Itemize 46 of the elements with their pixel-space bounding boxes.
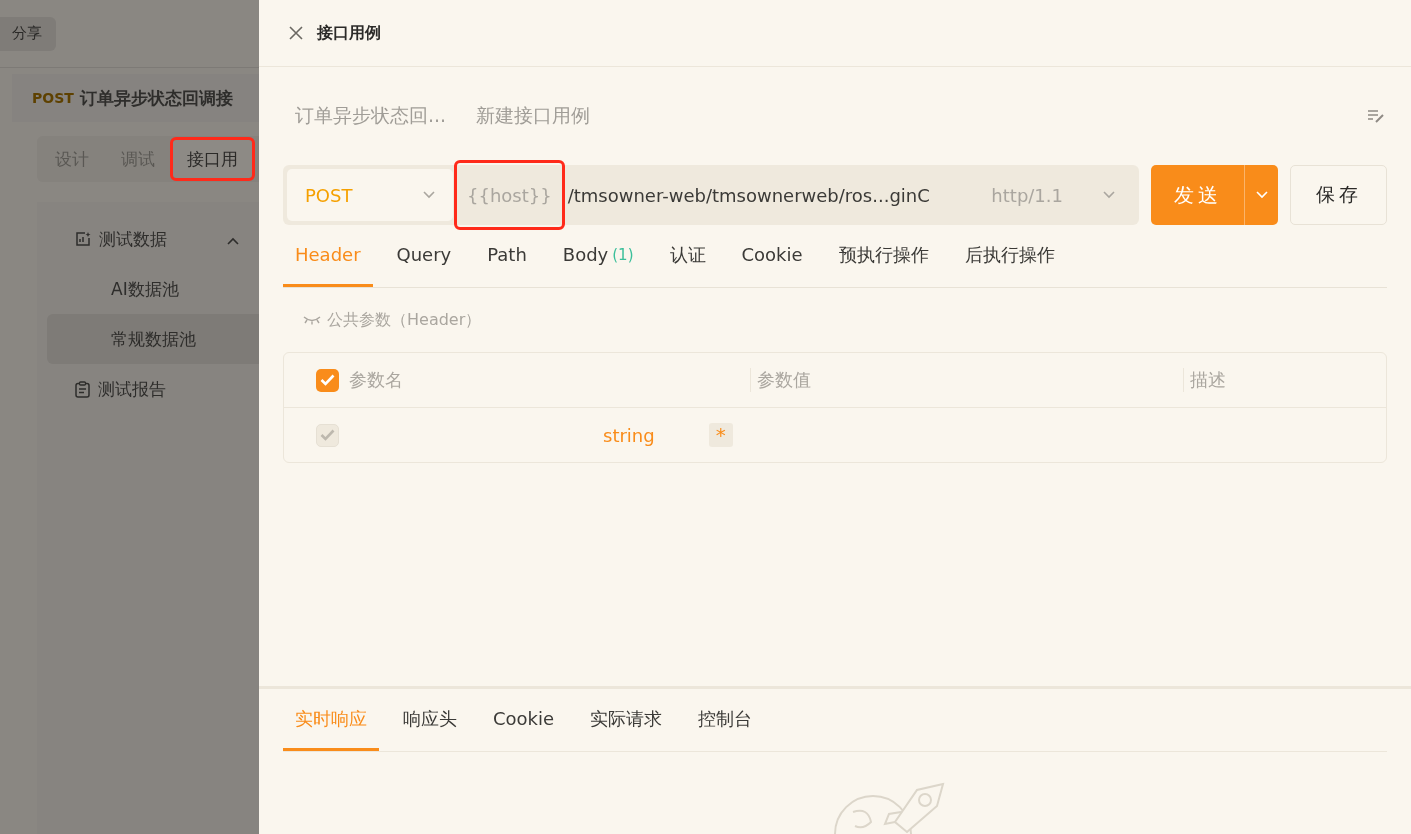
type-label: string <box>603 424 655 446</box>
chevron-down-icon <box>423 191 435 199</box>
protocol-select[interactable]: http/1.1 <box>979 184 1135 206</box>
endpoint-title: 订单异步状态回调接 <box>79 86 233 110</box>
drawer-title: 接口用例 <box>317 22 381 44</box>
method-label: POST <box>32 90 74 106</box>
breadcrumb-item[interactable]: 订单异步状态回... <box>295 103 447 129</box>
tree-item[interactable]: 常规数据池 <box>47 314 259 364</box>
tree-item[interactable]: 测试数据 <box>37 214 259 264</box>
column-header: 描述 <box>1190 369 1226 390</box>
column-header: 参数名 <box>349 368 403 392</box>
path-field[interactable]: /tmsowner-web/tmsownerweb/ros...ginC <box>565 184 980 206</box>
tab[interactable]: 控制台 <box>686 689 765 751</box>
close-icon[interactable] <box>289 26 303 40</box>
tab[interactable]: 实时响应 <box>283 689 379 751</box>
caret-up-icon <box>227 237 239 245</box>
chevron-down-icon <box>1255 191 1268 199</box>
method-select[interactable]: POST <box>287 169 453 221</box>
chevron-down-icon <box>1103 191 1115 199</box>
column-header: 参数值 <box>757 369 811 390</box>
tab[interactable]: 后执行操作 <box>952 225 1067 287</box>
check-icon <box>320 374 335 386</box>
tab[interactable]: Query <box>384 225 464 287</box>
tab[interactable]: Cookie <box>481 689 567 751</box>
chart-sparkle-icon <box>75 231 91 247</box>
tab[interactable]: 响应头 <box>391 689 469 751</box>
clipboard-icon <box>75 380 90 398</box>
tree-item[interactable]: 测试报告 <box>37 364 259 414</box>
tab[interactable]: Header <box>283 225 373 287</box>
tree-item[interactable]: AI数据池 <box>47 264 259 314</box>
tab[interactable]: Path <box>475 225 539 287</box>
host-variable[interactable]: {{host}} <box>457 163 562 227</box>
tab[interactable]: 认证 <box>657 225 718 287</box>
breadcrumb-item[interactable]: 新建接口用例 <box>476 103 591 129</box>
tab[interactable]: Cookie <box>729 225 815 287</box>
list-edit-icon[interactable] <box>1367 109 1385 123</box>
check-icon <box>320 429 335 441</box>
common-params-label: 公共参数（Header） <box>327 309 482 331</box>
checkbox[interactable] <box>316 368 339 392</box>
tab[interactable]: 预执行操作 <box>826 225 941 287</box>
save-button[interactable]: 保存 <box>1290 165 1387 225</box>
tab[interactable]: 实际请求 <box>578 689 675 751</box>
tab[interactable]: 接口用 <box>173 140 252 178</box>
tab[interactable]: Body (1) <box>550 225 646 287</box>
share-button[interactable]: 分享 <box>0 16 56 51</box>
eye-closed-icon[interactable] <box>303 315 321 325</box>
